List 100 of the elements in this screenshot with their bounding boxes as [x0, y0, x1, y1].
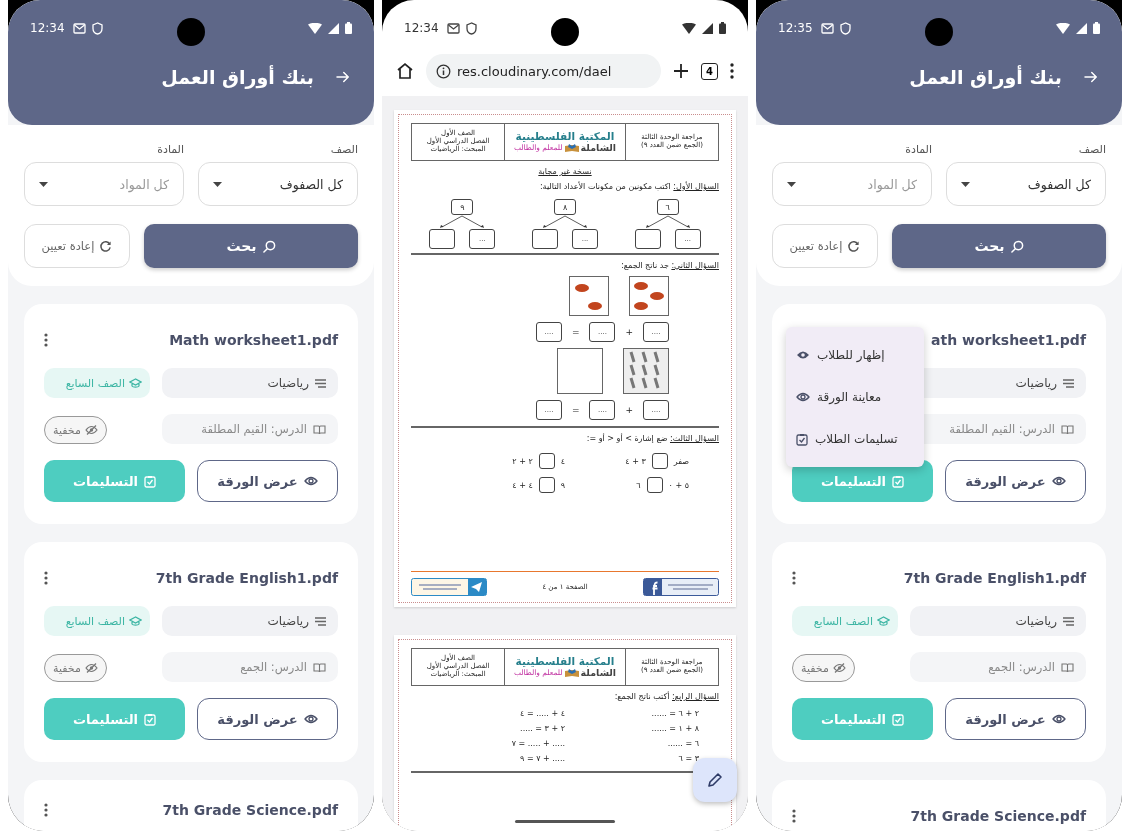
more-options-icon[interactable] — [792, 809, 796, 823]
caret-icon — [39, 181, 48, 187]
pencil-icon — [706, 771, 724, 789]
view-sheet-button[interactable]: عرض الورقة — [945, 460, 1086, 502]
page-title: بنك أوراق العمل — [161, 66, 314, 88]
question-text: السؤال الرابع: أكتب ناتج الجمع: — [613, 692, 719, 701]
dropdown[interactable]: كل الصفوف — [198, 162, 358, 206]
lines-icon — [1063, 616, 1074, 626]
subject-chip: رياضيات — [162, 368, 338, 398]
battery-icon — [345, 22, 352, 34]
logo-title: المكتبة الفلسطينية — [515, 656, 615, 668]
equation-text: ٨ + ١ = ...... — [650, 724, 699, 733]
compare-term: صفر — [673, 456, 689, 466]
compare-term: ٥ + ٠ — [668, 480, 689, 490]
shield-icon — [839, 21, 851, 35]
compare-term: ٢ + ٢ — [512, 456, 533, 466]
visibility-chip: مخفية — [44, 654, 107, 682]
eye-icon — [796, 392, 810, 402]
clipboard-check-icon — [892, 712, 905, 726]
compare-term: ٩ — [560, 480, 565, 490]
filter-label: الصف — [1077, 143, 1106, 156]
status-time: 12:35 — [778, 21, 813, 35]
visibility-chip: مخفية — [44, 416, 107, 444]
filter-label: الصف — [329, 143, 358, 156]
grade-chip: الصف السابع — [792, 606, 898, 636]
eye-icon — [303, 714, 318, 724]
eye-off-icon — [84, 663, 98, 673]
lesson-chip: الدرس: القيم المطلقة — [162, 414, 338, 444]
worksheet-title: 7th Grade Science.pdf — [162, 802, 338, 818]
signal-icon — [702, 22, 713, 34]
lines-icon — [315, 378, 326, 388]
reset-button[interactable]: إعادة تعيين — [772, 224, 878, 268]
book-icon — [313, 661, 326, 673]
worksheet-title: ath worksheet1.pdf — [931, 332, 1086, 348]
number-box: ٨ — [554, 199, 576, 215]
worksheet-title: 7th Grade Science.pdf — [910, 808, 1086, 824]
answer-box — [651, 453, 668, 469]
logo-subtitle: الشاملة — [580, 142, 617, 153]
view-sheet-button[interactable]: عرض الورقة — [197, 460, 338, 502]
equals-sign: = — [571, 405, 580, 415]
search-icon — [1010, 239, 1024, 253]
eye-off-icon — [832, 663, 846, 673]
answer-box — [538, 477, 555, 493]
equation-text: ٢ + ٣ = ..... — [519, 724, 565, 733]
address-bar[interactable]: res.cloudinary.com/dael — [426, 54, 661, 88]
answer-box — [429, 229, 456, 249]
more-options-icon[interactable] — [44, 571, 48, 585]
question-text: السؤال الثالث: ضع إشارة > أو < أو =: — [585, 434, 719, 443]
equation-text: ٣ = ٦ — [677, 754, 699, 763]
caret-icon — [213, 181, 222, 187]
clipboard-check-icon — [796, 432, 808, 446]
caret-icon — [787, 181, 796, 187]
page-title: بنك أوراق العمل — [909, 66, 1062, 88]
logo-subtitle: الشاملة — [580, 667, 617, 678]
dropdown[interactable]: كل الصفوف — [946, 162, 1106, 206]
empty-picture-frame — [557, 348, 603, 394]
worksheet-note: نسخة غير مجابة — [537, 167, 593, 176]
logo-title: المكتبة الفلسطينية — [515, 131, 615, 143]
compare-term: ٦ — [636, 480, 641, 490]
equation-text: ..... + ٧ = ٩ — [519, 754, 565, 763]
equation-text: ٦ = ...... — [666, 739, 699, 748]
cars-picture-drawing — [569, 276, 609, 316]
edit-button[interactable] — [693, 758, 737, 802]
reset-button[interactable]: إعادة تعيين — [24, 224, 130, 268]
caret-icon — [961, 181, 970, 187]
view-sheet-button[interactable]: عرض الورقة — [197, 698, 338, 740]
search-icon — [262, 239, 276, 253]
worksheet-title: Math worksheet1.pdf — [169, 332, 338, 348]
eye-off-icon — [84, 425, 98, 435]
number-box: ٦ — [656, 199, 679, 215]
new-tab-icon[interactable] — [673, 63, 689, 79]
eye-icon — [303, 476, 318, 486]
view-sheet-button[interactable]: عرض الورقة — [945, 698, 1086, 740]
wifi-icon — [682, 22, 696, 34]
clipboard-check-icon — [144, 712, 157, 726]
more-options-icon[interactable] — [44, 803, 48, 817]
home-icon[interactable] — [396, 62, 414, 80]
filter-label: المادة — [904, 143, 932, 156]
info-icon[interactable] — [436, 63, 451, 79]
lines-icon — [1063, 378, 1074, 388]
search-button[interactable]: بحث — [144, 224, 358, 268]
plus-sign: + — [625, 405, 633, 415]
question-text: السؤال الثاني: جد ناتج الجمع: — [620, 261, 719, 270]
more-options-icon[interactable] — [792, 571, 796, 585]
cars-picture-drawing — [629, 276, 669, 316]
tab-count-button[interactable]: 4 — [701, 62, 718, 80]
search-button[interactable]: بحث — [892, 224, 1106, 268]
number-box: ٩ — [451, 199, 474, 215]
battery-icon — [1093, 22, 1100, 34]
camera-hole — [551, 18, 579, 46]
clipboard-check-icon — [892, 474, 905, 488]
graduation-cap-icon — [877, 615, 890, 627]
signal-icon — [328, 22, 339, 34]
filter-label: المادة — [156, 143, 184, 156]
more-options-icon[interactable] — [44, 333, 48, 347]
menu-icon[interactable] — [730, 63, 734, 79]
plus-sign: + — [625, 327, 633, 337]
compare-term: ٤ — [560, 456, 565, 466]
compare-term: ٣ + ٤ — [625, 456, 646, 466]
book-icon — [1061, 423, 1074, 435]
